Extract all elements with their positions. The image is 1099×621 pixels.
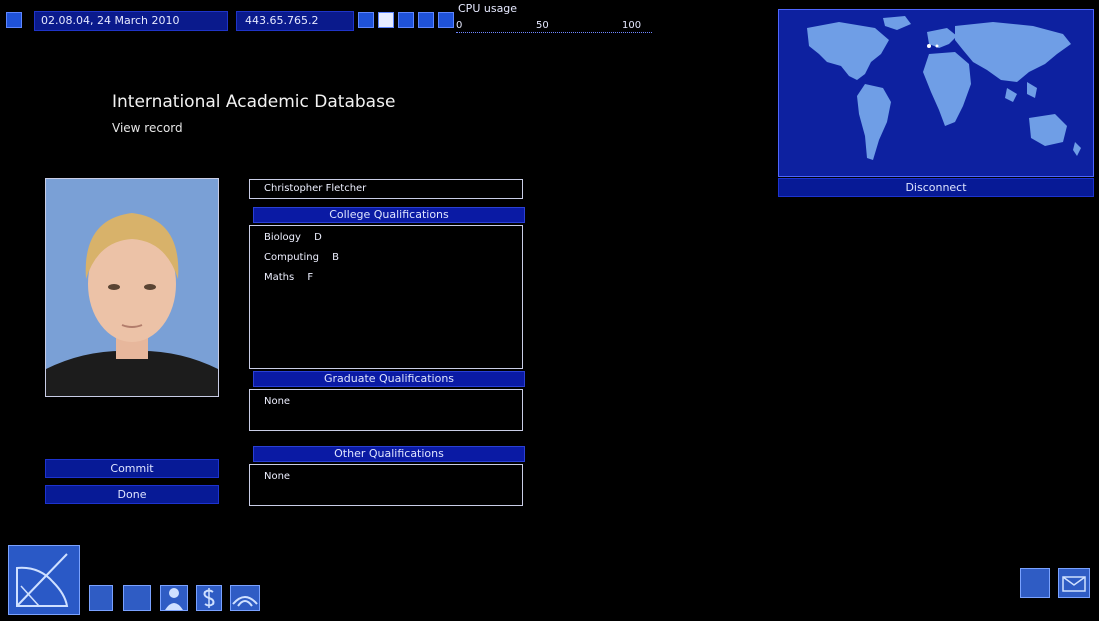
name-text: Christopher Fletcher bbox=[264, 183, 367, 194]
list-item: Maths F bbox=[264, 272, 313, 283]
college-qualifications-header: College Qualifications bbox=[253, 207, 525, 223]
grade-label: B bbox=[332, 252, 339, 263]
other-qualifications-header: Other Qualifications bbox=[253, 446, 525, 462]
page-subtitle: View record bbox=[112, 121, 183, 135]
other-value: None bbox=[264, 471, 291, 482]
cpu-usage-label: CPU usage bbox=[458, 2, 518, 15]
graduate-value: None bbox=[264, 396, 291, 407]
graduate-qualifications-list: None bbox=[249, 389, 523, 431]
name-field: Christopher Fletcher bbox=[249, 179, 523, 199]
grade-label: F bbox=[307, 272, 314, 283]
world-map bbox=[778, 9, 1094, 177]
finance-icon[interactable] bbox=[196, 585, 222, 611]
disconnect-button[interactable]: Disconnect bbox=[778, 178, 1094, 197]
commit-button[interactable]: Commit bbox=[45, 459, 219, 478]
page-title: International Academic Database bbox=[112, 92, 396, 112]
save-icon[interactable] bbox=[89, 585, 113, 611]
radar-icon[interactable] bbox=[8, 545, 80, 615]
toolbar-button-5[interactable] bbox=[438, 12, 454, 28]
cpu-tick-50: 50 bbox=[536, 20, 549, 31]
email-icon[interactable] bbox=[1020, 568, 1050, 598]
toolbar-button-4[interactable] bbox=[418, 12, 434, 28]
person-icon[interactable] bbox=[160, 585, 188, 611]
graduate-qualifications-header: Graduate Qualifications bbox=[253, 371, 525, 387]
subject-label: Computing bbox=[264, 252, 319, 263]
cpu-usage-scale: 0 50 100 bbox=[456, 20, 652, 33]
ip-panel: 443.65.765.2 bbox=[236, 11, 354, 31]
toolbar-button-3[interactable] bbox=[398, 12, 414, 28]
done-button[interactable]: Done bbox=[45, 485, 219, 504]
subject-label: Biology bbox=[264, 232, 301, 243]
list-item: Computing B bbox=[264, 252, 339, 263]
toolbar-button-1[interactable] bbox=[358, 12, 374, 28]
network-icon[interactable] bbox=[230, 585, 260, 611]
college-qualifications-list: Biology D Computing B Maths F bbox=[249, 225, 523, 369]
other-qualifications-list: None bbox=[249, 464, 523, 506]
cpu-tick-0: 0 bbox=[456, 20, 463, 31]
cpu-tick-100: 100 bbox=[622, 20, 642, 31]
subject-label: Maths bbox=[264, 272, 295, 283]
memory-icon[interactable] bbox=[123, 585, 151, 611]
list-item: Biology D bbox=[264, 232, 322, 243]
ip-text: 443.65.765.2 bbox=[245, 14, 319, 27]
grade-label: D bbox=[314, 232, 322, 243]
mail-icon[interactable] bbox=[1058, 568, 1090, 598]
top-left-icon[interactable] bbox=[6, 12, 22, 28]
person-photo bbox=[45, 178, 219, 397]
datetime-text: 02.08.04, 24 March 2010 bbox=[41, 14, 180, 27]
toolbar-button-play[interactable] bbox=[378, 12, 394, 28]
datetime-panel: 02.08.04, 24 March 2010 bbox=[34, 11, 228, 31]
